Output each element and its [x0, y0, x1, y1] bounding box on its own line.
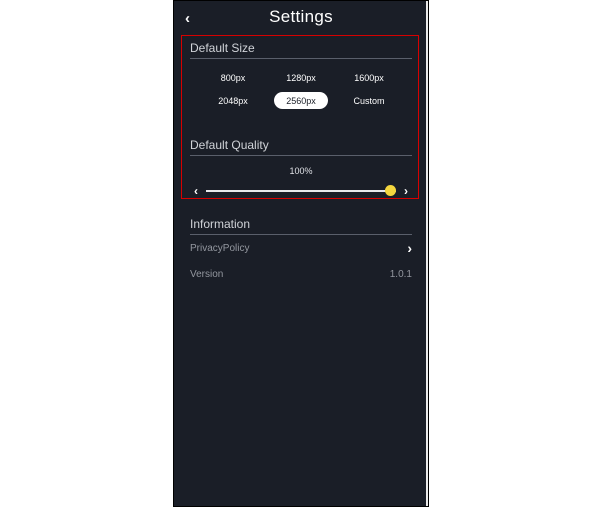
- quality-decrease-button[interactable]: ‹: [190, 184, 202, 198]
- default-quality-section: Default Quality 100% ‹ ›: [190, 138, 412, 198]
- size-option-800px[interactable]: 800px: [206, 69, 260, 86]
- default-size-title: Default Size: [190, 41, 412, 59]
- version-label: Version: [190, 269, 223, 280]
- chevron-left-icon: ‹: [194, 184, 198, 198]
- slider-thumb[interactable]: [385, 185, 396, 196]
- privacy-policy-label: PrivacyPolicy: [190, 243, 249, 254]
- scrollbar[interactable]: [426, 1, 429, 506]
- page-title: Settings: [174, 7, 428, 27]
- size-options: 800px 1280px 1600px 2048px 2560px Custom: [190, 69, 412, 109]
- title-bar: ‹ Settings: [174, 1, 428, 35]
- quality-slider[interactable]: [206, 184, 396, 198]
- version-value: 1.0.1: [390, 269, 412, 280]
- size-option-2560px[interactable]: 2560px: [274, 92, 328, 109]
- version-row: Version 1.0.1: [190, 261, 412, 287]
- chevron-right-icon: ›: [407, 240, 412, 256]
- default-quality-title: Default Quality: [190, 138, 412, 156]
- size-option-1600px[interactable]: 1600px: [342, 69, 396, 86]
- quality-value: 100%: [190, 166, 412, 176]
- chevron-right-icon: ›: [404, 184, 408, 198]
- information-title: Information: [190, 217, 412, 235]
- size-option-1280px[interactable]: 1280px: [274, 69, 328, 86]
- slider-track: [206, 190, 396, 192]
- quality-slider-row: ‹ ›: [190, 184, 412, 198]
- default-size-section: Default Size 800px 1280px 1600px 2048px …: [190, 41, 412, 109]
- size-option-2048px[interactable]: 2048px: [206, 92, 260, 109]
- information-section: Information PrivacyPolicy › Version 1.0.…: [190, 217, 412, 287]
- privacy-policy-row[interactable]: PrivacyPolicy ›: [190, 235, 412, 261]
- size-option-custom[interactable]: Custom: [342, 92, 396, 109]
- settings-screen: ‹ Settings Default Size 800px 1280px 160…: [173, 0, 429, 507]
- quality-increase-button[interactable]: ›: [400, 184, 412, 198]
